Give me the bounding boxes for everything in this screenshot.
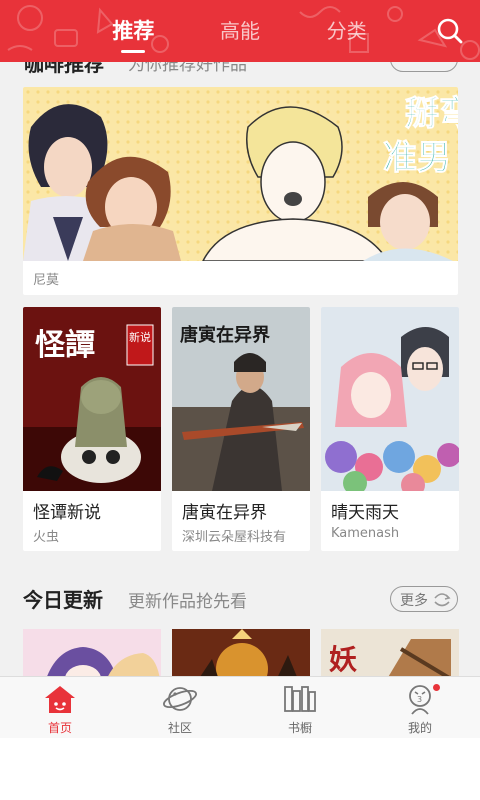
comic-cover [321, 307, 459, 491]
nav-community-label: 社区 [167, 721, 192, 735]
featured-section-subtitle: 为你推荐好作品 [128, 62, 247, 75]
more-button-label: 更多 [400, 593, 428, 609]
comic-title: 怪谭新说 [33, 503, 101, 523]
comic-author: 火虫 [33, 530, 60, 545]
nav-home[interactable]: 首页 [0, 677, 120, 738]
today-updates-subtitle: 更新作品抢先看 [128, 592, 247, 612]
banner-author: 尼莫 [33, 273, 60, 288]
top-bar: 推荐 高能 分类 [0, 0, 480, 62]
more-button[interactable]: 更多 [390, 586, 458, 612]
double-chevron-icon [434, 593, 451, 607]
nav-profile[interactable]: 3 我的 [360, 677, 480, 738]
nav-bookshelf-label: 书橱 [287, 721, 312, 735]
tab-categories[interactable]: 分类 [293, 0, 400, 62]
comic-cover: 唐寅在异界 [172, 307, 310, 491]
notification-badge [433, 684, 440, 691]
cover-seal-text: 新说 [129, 330, 151, 344]
banner-artwork: 掰弯 准男 [23, 87, 458, 261]
cover-title-text: 怪譚 [35, 328, 95, 363]
banner-title-line1: 掰弯 [405, 94, 458, 134]
comic-author: Kamenash [331, 526, 400, 541]
comic-card[interactable]: 晴天雨天 Kamenash [321, 307, 459, 551]
home-icon [45, 686, 75, 713]
comic-title: 晴天雨天 [331, 503, 399, 523]
svg-text:3: 3 [417, 695, 422, 704]
comic-cover: 怪譚 新说 [23, 307, 161, 491]
comic-author: 深圳云朵屋科技有 [182, 530, 287, 545]
bookshelf-icon [284, 686, 316, 712]
comic-card[interactable]: 唐寅在异界 唐寅在异界 深圳云朵屋科技有 [172, 307, 310, 551]
system-nav-area [0, 738, 480, 800]
tab-high-energy[interactable]: 高能 [187, 0, 294, 62]
update-thumbnail[interactable] [23, 629, 161, 676]
featured-banner[interactable]: 掰弯 准男 尼莫 [23, 87, 458, 295]
planet-icon [162, 687, 198, 711]
search-icon[interactable] [436, 17, 464, 45]
today-updates-header: 今日更新 更新作品抢先看 更多 [0, 580, 480, 616]
update-thumbnail[interactable]: 妖 [321, 629, 459, 676]
nav-profile-label: 我的 [407, 721, 432, 735]
featured-more-button[interactable] [390, 62, 458, 72]
top-tabs: 推荐 高能 分类 [80, 0, 400, 62]
main-feed[interactable]: 咖啡推荐 为你推荐好作品 掰弯 准男 尼莫 怪譚 新说 怪谭新说 火虫 唐寅在异… [0, 62, 480, 676]
comic-title: 唐寅在异界 [182, 503, 267, 523]
cover-title-text: 唐寅在异界 [180, 324, 270, 346]
featured-section-header: 咖啡推荐 为你推荐好作品 [0, 62, 480, 76]
today-updates-title: 今日更新 [23, 588, 103, 612]
nav-bookshelf[interactable]: 书橱 [240, 677, 360, 738]
nav-home-label: 首页 [47, 721, 72, 735]
svg-text:妖: 妖 [329, 643, 357, 676]
update-thumbnail[interactable] [172, 629, 310, 676]
featured-section-title: 咖啡推荐 [24, 62, 104, 76]
comic-card-grid: 怪譚 新说 怪谭新说 火虫 唐寅在异界 唐寅在异界 深圳云朵屋科技有 晴天雨天 … [23, 307, 459, 551]
today-updates-row: 妖 [23, 629, 459, 676]
nav-community[interactable]: 社区 [120, 677, 240, 738]
banner-title-line2: 准男 [383, 138, 451, 178]
tab-recommend[interactable]: 推荐 [80, 0, 187, 62]
comic-card[interactable]: 怪譚 新说 怪谭新说 火虫 [23, 307, 161, 551]
bottom-navigation: 首页 社区 书橱 3 我的 [0, 676, 480, 738]
